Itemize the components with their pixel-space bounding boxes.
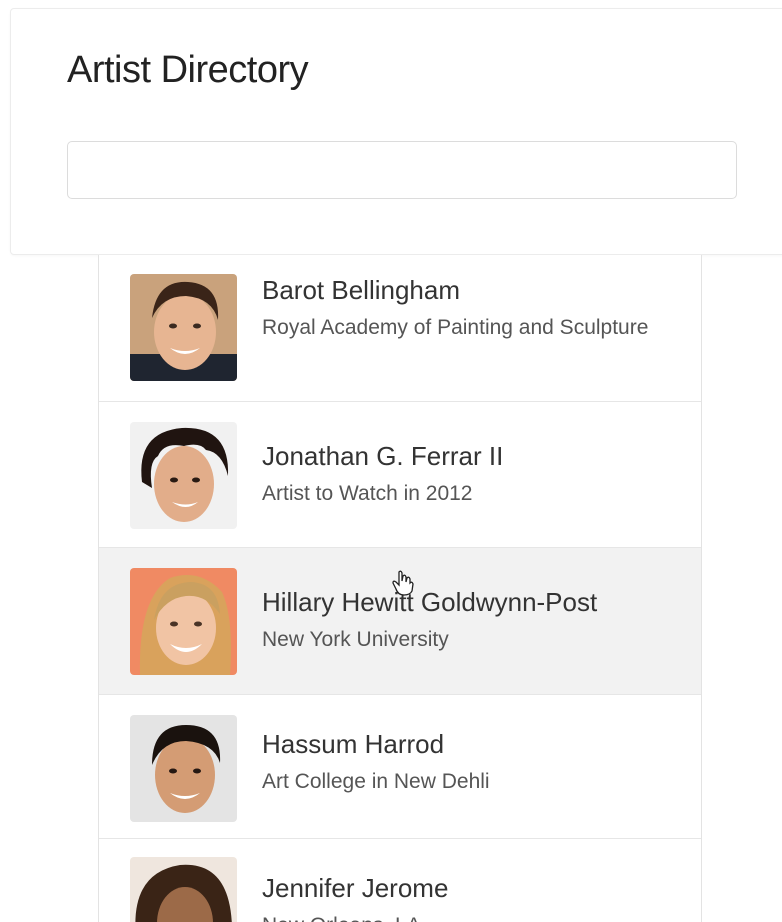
page-title: Artist Directory: [67, 49, 309, 91]
artist-list-item[interactable]: Jennifer Jerome New Orleans, LA: [99, 839, 701, 922]
artist-list-item[interactable]: Jonathan G. Ferrar II Artist to Watch in…: [99, 402, 701, 548]
artist-avatar: [130, 715, 237, 822]
artist-list: Barot Bellingham Royal Academy of Painti…: [98, 255, 702, 922]
artist-list-item[interactable]: Barot Bellingham Royal Academy of Painti…: [99, 255, 701, 402]
artist-avatar: [130, 422, 237, 529]
artist-reknown: Artist to Watch in 2012: [262, 482, 473, 505]
artist-name: Hillary Hewitt Goldwynn-Post: [262, 587, 598, 617]
artist-name: Jennifer Jerome: [262, 873, 449, 903]
artist-reknown: Royal Academy of Painting and Sculpture: [262, 316, 649, 339]
artist-list-item[interactable]: Hassum Harrod Art College in New Dehli: [99, 695, 701, 839]
artist-reknown: Art College in New Dehli: [262, 770, 490, 793]
artist-name: Barot Bellingham: [262, 275, 460, 305]
search-header-card: Artist Directory: [10, 8, 782, 255]
artist-avatar: [130, 274, 237, 381]
artist-avatar: [130, 568, 237, 675]
artist-reknown: New Orleans, LA: [262, 907, 662, 922]
artist-name: Hassum Harrod: [262, 729, 445, 759]
artist-list-item[interactable]: Hillary Hewitt Goldwynn-Post New York Un…: [99, 548, 701, 695]
artist-avatar: [130, 857, 237, 922]
artist-name: Jonathan G. Ferrar II: [262, 441, 504, 471]
search-input[interactable]: [67, 141, 737, 199]
artist-reknown: New York University: [262, 628, 449, 651]
